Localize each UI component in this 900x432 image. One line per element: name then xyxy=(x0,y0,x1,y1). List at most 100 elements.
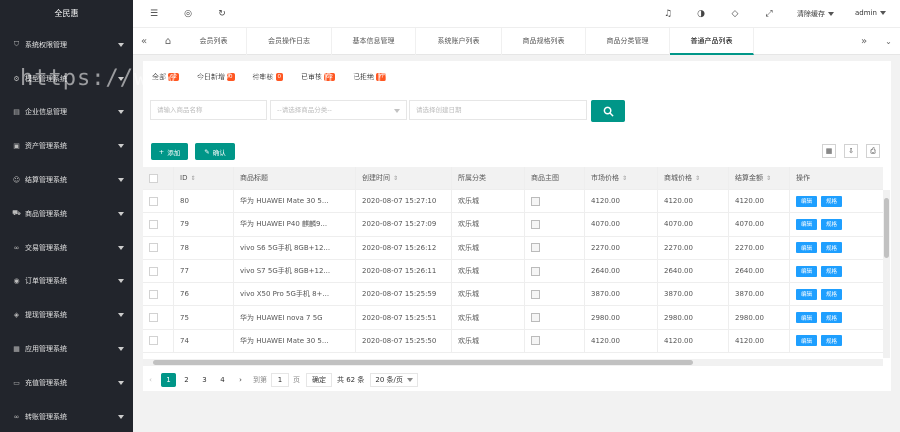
column-header[interactable]: ID ⇕ xyxy=(173,167,233,189)
edit-button[interactable]: 编辑 xyxy=(796,288,818,300)
bell-icon[interactable]: ♫ xyxy=(663,9,673,19)
edit-button[interactable]: 编辑 xyxy=(796,335,818,347)
spec-button[interactable]: 规格 xyxy=(821,312,843,324)
prev-page-icon[interactable]: ‹ xyxy=(143,373,158,387)
sidebar-item[interactable]: ▣ 资产管理系统 xyxy=(0,129,133,163)
search-button[interactable] xyxy=(591,100,625,122)
status-filter-tab[interactable]: 已拒绝?? xyxy=(353,70,386,84)
cell-time: 2020-08-07 15:25:59 xyxy=(355,283,451,306)
edit-button[interactable]: 编辑 xyxy=(796,312,818,324)
row-checkbox[interactable] xyxy=(149,289,158,299)
sidebar-item[interactable]: ⛟ 商品管理系统 xyxy=(0,197,133,231)
fullscreen-icon[interactable]: ⤢ xyxy=(764,9,774,19)
sidebar-item[interactable]: ☺ 结算管理系统 xyxy=(0,163,133,197)
sidebar-item[interactable]: ▭ 充值管理系统 xyxy=(0,366,133,400)
chevron-down-icon xyxy=(118,279,124,284)
sidebar-item[interactable]: ▦ 应用管理系统 xyxy=(0,332,133,366)
sidebar-item[interactable]: ▤ 企业信息管理 xyxy=(0,96,133,130)
product-name-input[interactable]: 请输入商品名称 xyxy=(150,100,267,120)
spec-button[interactable]: 规格 xyxy=(821,288,843,300)
tab-item[interactable]: 会员列表 xyxy=(181,28,247,55)
edit-button[interactable]: 编辑 xyxy=(796,195,818,207)
column-header[interactable]: 商城价格 ⇕ xyxy=(657,167,728,189)
status-filter-tab[interactable]: 已审核 62 xyxy=(301,70,335,84)
cell-cat: 欢乐城 xyxy=(451,306,524,329)
sidebar-item[interactable]: ⚙ 模型管理系统 xyxy=(0,62,133,96)
create-date-input[interactable]: 请选择创建日期 xyxy=(409,100,587,120)
user-dropdown[interactable]: admin xyxy=(855,9,886,17)
per-page-select[interactable]: 20 条/页 xyxy=(370,373,418,387)
goto-page-input[interactable]: 1 xyxy=(271,373,289,387)
row-checkbox[interactable] xyxy=(149,219,158,229)
export-icon[interactable]: ⇩ xyxy=(844,144,858,158)
confirm-button[interactable]: ✎ 确认 xyxy=(195,143,235,160)
column-header[interactable]: 市场价格 ⇕ xyxy=(584,167,657,189)
refresh-icon[interactable]: ↻ xyxy=(217,9,227,19)
tab-item[interactable]: 商品规格列表 xyxy=(502,28,586,55)
row-checkbox[interactable] xyxy=(149,313,158,323)
tabs-scroll-left-icon[interactable]: « xyxy=(133,28,155,55)
sort-icon[interactable]: ⇕ xyxy=(695,175,700,182)
sidebar-item[interactable]: ⛉ 系统权限管理 xyxy=(0,28,133,62)
status-filter-tab[interactable]: 全部 62 xyxy=(152,70,179,84)
sort-icon[interactable]: ⇕ xyxy=(190,175,195,182)
table-vertical-scrollbar[interactable] xyxy=(883,190,890,358)
row-actions: 编辑 规格 xyxy=(789,259,883,283)
spec-button[interactable]: 规格 xyxy=(821,242,843,254)
sort-icon[interactable]: ⇕ xyxy=(622,175,627,182)
tab-item[interactable]: 商品分类管理 xyxy=(586,28,670,55)
select-all-checkbox[interactable] xyxy=(149,173,158,183)
page-number-button[interactable]: 1 xyxy=(161,373,176,387)
spec-button[interactable]: 规格 xyxy=(821,265,843,277)
goto-confirm-button[interactable]: 确定 xyxy=(306,373,332,387)
edit-button[interactable]: 编辑 xyxy=(796,242,818,254)
spec-button[interactable]: 规格 xyxy=(821,218,843,230)
row-checkbox[interactable] xyxy=(149,196,158,206)
cell-market: 4120.00 xyxy=(584,190,657,213)
spec-button[interactable]: 规格 xyxy=(821,195,843,207)
category-select[interactable]: --请选择商品分类-- xyxy=(270,100,407,120)
palette-icon[interactable]: ◑ xyxy=(696,9,706,19)
print-icon[interactable]: ⎙ xyxy=(866,144,880,158)
page-number-button[interactable]: 2 xyxy=(179,373,194,387)
column-header[interactable]: 商品标题 xyxy=(233,167,355,189)
tag-icon[interactable]: ◇ xyxy=(730,9,740,19)
globe-icon[interactable]: ◎ xyxy=(183,9,193,19)
scroll-thumb[interactable] xyxy=(153,360,693,365)
tab-item[interactable]: 会员操作日志 xyxy=(247,28,332,55)
status-filter-tab[interactable]: 今日新增 0 xyxy=(197,70,235,84)
sidebar-item-label: 订单管理系统 xyxy=(25,277,67,286)
column-header[interactable]: 结算金额 ⇕ xyxy=(728,167,789,189)
columns-filter-icon[interactable]: ▦ xyxy=(822,144,836,158)
sidebar-item[interactable]: ∞ 交易管理系统 xyxy=(0,231,133,265)
tab-item[interactable]: 普通产品列表 xyxy=(670,28,754,55)
edit-button[interactable]: 编辑 xyxy=(796,218,818,230)
user-name: admin xyxy=(855,9,877,17)
add-button[interactable]: + 添加 xyxy=(151,143,188,160)
sidebar-item[interactable]: ∞ 转账管理系统 xyxy=(0,400,133,432)
status-filter-tab[interactable]: 待审核 0 xyxy=(253,70,283,84)
tab-item[interactable]: 系统账户列表 xyxy=(416,28,502,55)
page-number-button[interactable]: 3 xyxy=(197,373,212,387)
sidebar-item[interactable]: ◉ 订单管理系统 xyxy=(0,265,133,299)
row-checkbox[interactable] xyxy=(149,266,158,276)
home-tab-icon[interactable]: ⌂ xyxy=(155,28,181,55)
edit-button[interactable]: 编辑 xyxy=(796,265,818,277)
sort-icon[interactable]: ⇕ xyxy=(766,175,771,182)
spec-button[interactable]: 规格 xyxy=(821,335,843,347)
row-checkbox[interactable] xyxy=(149,243,158,253)
tabs-scroll-right-icon[interactable]: » xyxy=(851,28,877,55)
scroll-thumb[interactable] xyxy=(884,198,889,258)
row-checkbox[interactable] xyxy=(149,336,158,346)
tabs-menu-chevron-icon[interactable]: ⌄ xyxy=(877,28,900,55)
clear-cache-dropdown[interactable]: 清除缓存 xyxy=(797,9,834,19)
next-page-icon[interactable]: › xyxy=(233,373,248,387)
sidebar-item[interactable]: ◈ 提现管理系统 xyxy=(0,298,133,332)
column-header[interactable]: 创建时间 ⇕ xyxy=(355,167,451,189)
menu-toggle-icon[interactable]: ☰ xyxy=(149,9,159,19)
tab-item[interactable]: 基本信息管理 xyxy=(332,28,416,55)
page-number-button[interactable]: 4 xyxy=(215,373,230,387)
column-header-label: ID xyxy=(180,174,188,182)
table-horizontal-scrollbar[interactable] xyxy=(143,359,883,366)
sort-icon[interactable]: ⇕ xyxy=(393,175,398,182)
